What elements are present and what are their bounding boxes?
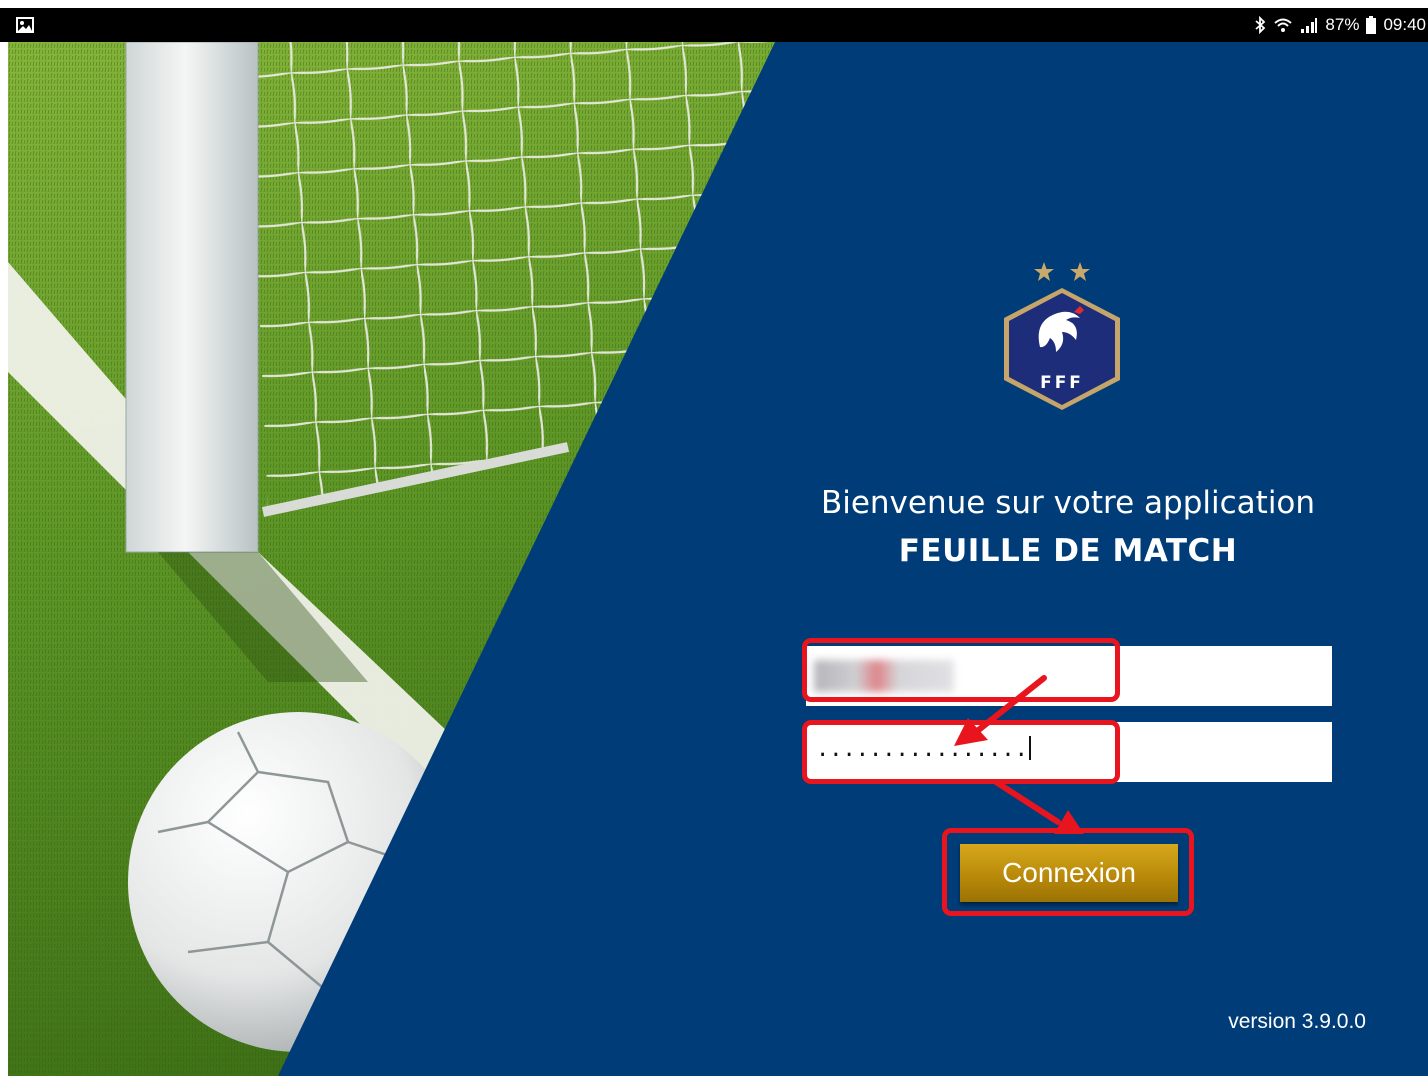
star-icon xyxy=(1070,262,1090,281)
app-name: FEUILLE DE MATCH xyxy=(898,533,1238,569)
username-value-blurred xyxy=(814,660,954,692)
welcome-text: Bienvenue sur votre application xyxy=(820,485,1316,521)
battery-icon xyxy=(1366,16,1377,34)
version-label: version 3.9.0.0 xyxy=(1228,1010,1366,1033)
status-right: 87% 09:40 xyxy=(1254,8,1426,42)
connexion-button[interactable]: Connexion xyxy=(960,844,1178,902)
bluetooth-icon xyxy=(1255,16,1266,34)
clock: 09:40 xyxy=(1383,15,1426,34)
username-input[interactable] xyxy=(806,646,1332,706)
battery-percent: 87% xyxy=(1325,15,1360,34)
password-input[interactable]: ................ xyxy=(806,722,1332,782)
text-caret xyxy=(1028,736,1031,760)
status-bar: 87% 09:40 xyxy=(0,8,1428,42)
fff-logo: FFF xyxy=(1004,262,1120,410)
star-icon xyxy=(1034,262,1054,281)
signal-icon xyxy=(1301,18,1318,33)
logo-text: FFF xyxy=(1040,373,1084,393)
password-value: ................ xyxy=(816,736,1031,764)
gallery-icon xyxy=(16,17,34,33)
wifi-icon xyxy=(1274,18,1293,32)
login-screen: FFF Bienvenue sur votre application FEUI… xyxy=(8,42,1428,1076)
